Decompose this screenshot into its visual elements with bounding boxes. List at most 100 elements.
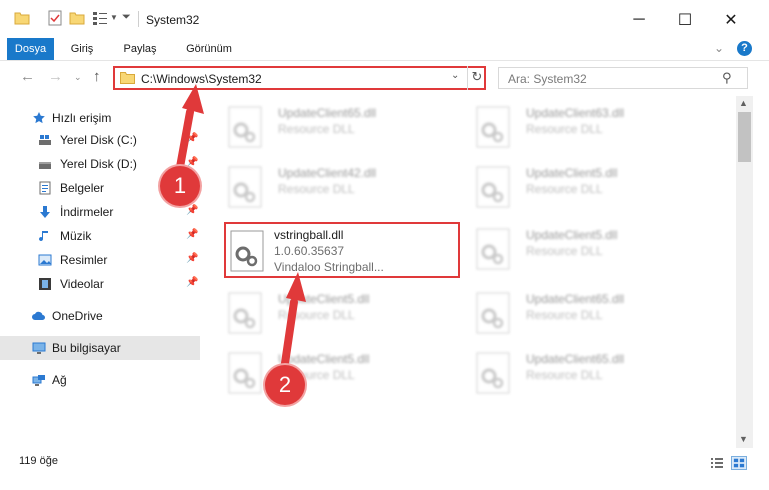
forward-arrow-icon[interactable]: → [48,68,63,85]
nav-label: İndirmeler [60,205,114,219]
dll-file-icon [476,292,510,334]
nav-item-music[interactable]: Müzik 📌 [0,224,200,248]
file-type: Resource DLL [526,308,603,322]
dll-file-icon [228,292,262,334]
nav-item-this-pc[interactable]: Bu bilgisayar [0,336,200,360]
computer-icon [32,342,46,354]
file-name: UpdateClient5.dll [526,166,618,180]
address-bar[interactable]: C:\Windows\System32 ⌄ ↻ [113,66,486,90]
dll-file-icon [230,230,264,272]
help-icon[interactable]: ? [737,41,752,56]
up-arrow-icon[interactable]: ↑ [93,68,101,85]
nav-label: Yerel Disk (D:) [60,157,137,171]
minimize-button[interactable]: ─ [616,6,662,34]
nav-label: Belgeler [60,181,105,195]
file-type: Resource DLL [278,308,355,322]
vertical-scrollbar[interactable]: ▲ ▼ [736,96,753,448]
file-name: UpdateClient5.dll [278,292,370,306]
documents-icon [39,181,51,195]
file-item[interactable]: UpdateClient65.dll Resource DLL [214,98,450,154]
item-count: 119 öğe [19,455,58,467]
dll-file-icon [476,166,510,208]
drive-icon [39,135,51,145]
chevron-down-icon[interactable]: ▼ [110,13,118,22]
file-item[interactable]: UpdateClient5.dll Resource DLL [214,284,450,340]
nav-label-onedrive: OneDrive [52,309,103,323]
file-item[interactable]: UpdateClient63.dll Resource DLL [462,98,698,154]
expand-ribbon-icon[interactable]: ⌄ [714,41,724,55]
dll-file-icon [476,228,510,270]
file-name: vstringball.dll [274,228,344,242]
scroll-up-icon[interactable]: ▲ [739,98,748,108]
tab-share[interactable]: Paylaş [116,38,164,60]
file-item[interactable]: UpdateClient42.dll Resource DLL [214,158,450,214]
customize-toolbar-icon[interactable]: ⏷ [122,11,131,24]
tiles-view-icon[interactable] [731,456,747,470]
navigation-bar: ← → ⌄ ↑ C:\Windows\System32 ⌄ ↻ Ara: Sys… [0,62,769,96]
pin-icon[interactable]: 📌 [186,133,198,144]
recent-locations-icon[interactable]: ⌄ [74,72,82,83]
pin-icon[interactable]: 📌 [186,277,198,288]
drive-icon [39,162,51,169]
close-icon: ✕ [724,12,738,29]
file-item[interactable]: UpdateClient5.dll Resource DLL [462,220,698,276]
step-badge-1: 1 [160,166,200,206]
search-icon: ⚲ [722,70,732,85]
properties-icon[interactable] [47,10,63,26]
close-button[interactable]: ✕ [708,6,754,34]
folder-icon[interactable] [14,10,30,26]
address-dropdown-icon[interactable]: ⌄ [451,70,459,81]
address-path: C:\Windows\System32 [141,72,262,86]
file-item[interactable]: UpdateClient65.dll Resource DLL [462,344,698,400]
nav-item-onedrive[interactable]: OneDrive [0,304,200,328]
view-options-icon[interactable] [92,10,108,26]
nav-label-this-pc: Bu bilgisayar [52,341,121,355]
nav-item-network[interactable]: Ağ [0,368,200,392]
nav-item-videos[interactable]: Videolar 📌 [0,272,200,296]
nav-label-quick-access: Hızlı erişim [52,111,112,125]
file-name: UpdateClient5.dll [526,228,618,242]
tab-view[interactable]: Görünüm [178,38,240,60]
folder-icon [120,72,135,84]
pin-icon[interactable]: 📌 [186,253,198,264]
nav-label-network: Ağ [52,373,67,387]
title-bar: ▼ ⏷ System32 ─ ☐ ✕ [0,0,769,38]
pin-icon[interactable]: 📌 [186,157,198,168]
file-item-vstringball[interactable]: vstringball.dll 1.0.60.35637 Vindaloo St… [224,222,460,278]
file-item[interactable]: UpdateClient5.dll Resource DLL [462,158,698,214]
details-view-icon[interactable] [709,456,725,470]
file-type: Resource DLL [278,182,355,196]
nav-label: Yerel Disk (C:) [60,133,137,147]
tab-file[interactable]: Dosya [7,38,54,60]
network-icon [32,375,45,386]
scroll-down-icon[interactable]: ▼ [739,434,748,444]
new-folder-icon[interactable] [69,10,85,26]
file-name: UpdateClient63.dll [526,106,625,120]
scroll-thumb[interactable] [738,112,751,162]
file-type: Resource DLL [526,182,603,196]
file-description: Vindaloo Stringball... [274,260,384,274]
file-item[interactable]: UpdateClient5.dll Resource DLL [214,344,450,400]
maximize-button[interactable]: ☐ [662,6,708,34]
status-bar: 119 öğe [0,450,769,474]
dll-file-icon [228,352,262,394]
file-type: Resource DLL [278,122,355,136]
pictures-icon [38,254,52,266]
pin-icon[interactable]: 📌 [186,205,198,216]
nav-label: Müzik [60,229,92,243]
nav-label: Videolar [60,277,104,291]
cloud-icon [32,311,45,320]
nav-item-pictures[interactable]: Resimler 📌 [0,248,200,272]
nav-item-quick-access[interactable]: Hızlı erişim [0,106,200,130]
tab-home[interactable]: Giriş [62,38,102,60]
nav-item-drive-c[interactable]: Yerel Disk (C:) 📌 [0,128,200,152]
videos-icon [39,278,51,290]
back-arrow-icon[interactable]: ← [20,68,35,85]
refresh-icon[interactable]: ↻ [467,66,486,90]
dll-file-icon [228,166,262,208]
minimize-icon: ─ [633,11,645,28]
file-item[interactable]: UpdateClient65.dll Resource DLL [462,284,698,340]
pin-icon[interactable]: 📌 [186,229,198,240]
music-icon [39,231,48,242]
search-input[interactable]: Ara: System32 ⚲ [498,67,748,89]
